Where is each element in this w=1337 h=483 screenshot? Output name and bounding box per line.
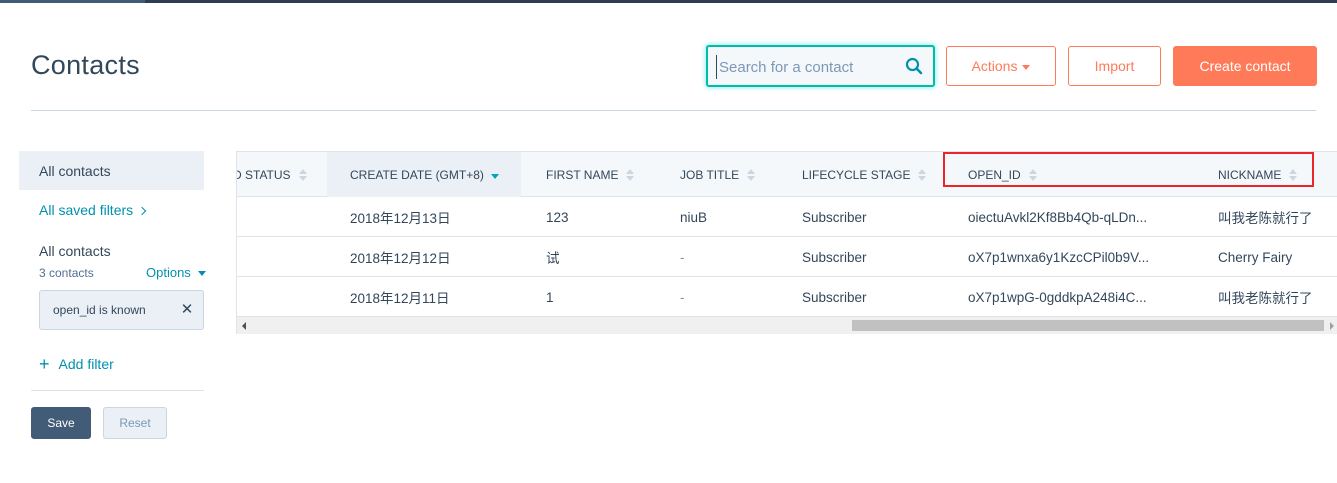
options-label: Options — [146, 265, 191, 280]
cell-first-name[interactable]: 试 — [546, 237, 560, 277]
reset-button[interactable]: Reset — [103, 407, 167, 439]
horizontal-scrollbar[interactable] — [237, 317, 1337, 334]
table-row[interactable]: 2018年12月11日 1 - Subscriber oX7p1wpG-0gdd… — [237, 277, 1337, 317]
cell-first-name[interactable]: 123 — [546, 197, 569, 237]
cell-first-name[interactable]: 1 — [546, 277, 554, 317]
close-icon[interactable]: ✕ — [180, 302, 194, 317]
cell-nickname: 叫我老陈就行了 — [1218, 211, 1313, 226]
chevron-right-icon — [137, 206, 147, 216]
table-row[interactable]: 2018年12月13日 123 niuB Subscriber oiectuAv… — [237, 197, 1337, 237]
create-contact-button[interactable]: Create contact — [1173, 46, 1317, 86]
actions-button[interactable]: Actions — [946, 46, 1056, 86]
actions-button-label: Actions — [971, 58, 1018, 74]
sidebar-item-label: All contacts — [39, 162, 111, 179]
sort-icon[interactable] — [626, 168, 635, 181]
scroll-left-arrow-icon[interactable] — [242, 322, 246, 330]
cell-lifecycle-stage: Subscriber — [802, 289, 867, 305]
cell-lifecycle-stage: Subscriber — [802, 209, 867, 225]
cell-job-title: - — [680, 289, 685, 305]
cell-lifecycle-stage: Subscriber — [802, 249, 867, 265]
header-divider — [31, 110, 1316, 111]
column-header-label: LIFECYCLE STAGE — [802, 167, 911, 182]
sort-icon[interactable] — [1028, 168, 1037, 181]
saved-filters-label: All saved filters — [39, 202, 134, 218]
save-button[interactable]: Save — [31, 407, 91, 439]
column-header-status[interactable]: D STATUS — [236, 152, 319, 197]
chevron-down-icon — [1022, 64, 1031, 70]
all-saved-filters-link[interactable]: All saved filters — [39, 202, 147, 218]
column-header-label: NICKNAME — [1218, 167, 1282, 182]
top-nav-active-tab — [0, 0, 145, 3]
cell-create-date: 2018年12月12日 — [350, 251, 451, 266]
filter-chip[interactable]: open_id is known ✕ — [39, 290, 204, 330]
column-header-create-date[interactable]: CREATE DATE (GMT+8) — [327, 152, 521, 197]
sort-icon[interactable] — [918, 168, 927, 181]
add-filter-label: Add filter — [58, 356, 114, 372]
search-input[interactable] — [716, 55, 896, 79]
column-header-nickname[interactable]: NICKNAME — [1218, 152, 1328, 197]
cell-nickname: 叫我老陈就行了 — [1218, 291, 1313, 306]
chevron-down-icon — [198, 271, 207, 276]
sort-icon[interactable] — [298, 168, 307, 181]
sidebar-item-all-contacts[interactable]: All contacts — [19, 151, 204, 190]
sort-descending-icon[interactable] — [490, 173, 499, 179]
column-header-label: JOB TITLE — [680, 167, 740, 182]
options-dropdown[interactable]: Options — [146, 265, 207, 280]
cell-create-date: 2018年12月11日 — [350, 291, 450, 306]
column-header-label: FIRST NAME — [546, 167, 619, 182]
cell-nickname: Cherry Fairy — [1218, 249, 1293, 265]
filter-chip-label: open_id is known — [53, 303, 146, 317]
column-header-lifecycle-stage[interactable]: LIFECYCLE STAGE — [802, 152, 962, 197]
plus-icon: + — [39, 354, 50, 374]
import-button[interactable]: Import — [1068, 46, 1161, 86]
table-row[interactable]: 2018年12月12日 试 - Subscriber oX7p1wnxa6y1K… — [237, 237, 1337, 277]
contact-count: 3 contacts — [39, 266, 94, 280]
sort-icon[interactable] — [747, 168, 756, 181]
cell-open-id: oX7p1wpG-0gddkpA248i4C... — [968, 289, 1147, 305]
table-header: D STATUS CREATE DATE (GMT+8) FIRST NAME … — [237, 152, 1337, 197]
add-filter-button[interactable]: + Add filter — [39, 354, 114, 374]
column-header-job-title[interactable]: JOB TITLE — [680, 152, 790, 197]
view-name: All contacts — [39, 243, 111, 259]
column-header-first-name[interactable]: FIRST NAME — [546, 152, 666, 197]
page-title: Contacts — [31, 50, 140, 80]
column-header-label: D STATUS — [236, 167, 291, 182]
cell-open-id: oiectuAvkl2Kf8Bb4Qb-qLDn... — [968, 209, 1148, 225]
column-header-label: OPEN_ID — [968, 167, 1021, 182]
cell-job-title: - — [680, 249, 685, 265]
search-box[interactable] — [706, 45, 935, 87]
sort-icon[interactable] — [1289, 168, 1298, 181]
scroll-right-arrow-icon[interactable] — [1330, 322, 1334, 330]
cell-open-id: oX7p1wnxa6y1KzcCPil0b9V... — [968, 249, 1150, 265]
top-nav-bar — [0, 0, 1337, 3]
scrollbar-thumb[interactable] — [852, 320, 1324, 331]
column-header-label: CREATE DATE (GMT+8) — [350, 167, 484, 182]
contacts-table: D STATUS CREATE DATE (GMT+8) FIRST NAME … — [236, 151, 1337, 334]
search-icon[interactable] — [905, 57, 923, 75]
cell-create-date: 2018年12月13日 — [350, 211, 451, 226]
cell-job-title: niuB — [680, 209, 708, 225]
column-header-open-id[interactable]: OPEN_ID — [968, 152, 1088, 197]
sidebar-divider — [31, 390, 204, 391]
